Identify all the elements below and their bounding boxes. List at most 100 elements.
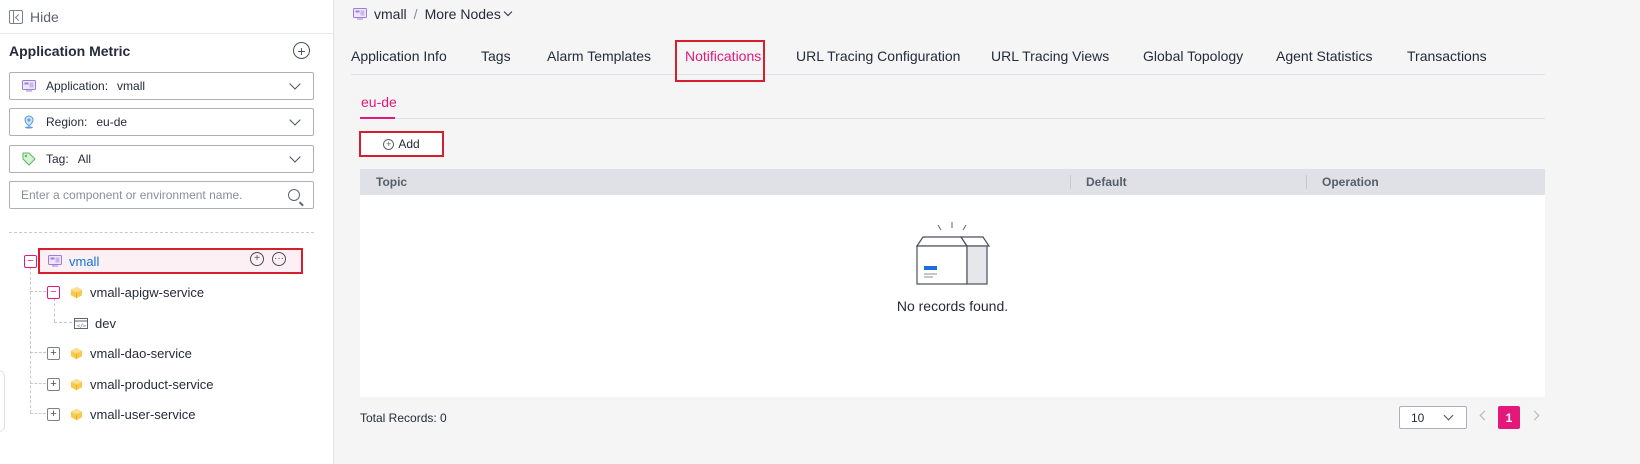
tab-url-tracing-views[interactable]: URL Tracing Views [991, 48, 1109, 64]
column-divider [1070, 175, 1071, 189]
region-select-key: Region: [46, 115, 88, 129]
page-size-value: 10 [1411, 410, 1425, 425]
tree-node-label: vmall-product-service [90, 376, 214, 392]
expand-toggle-icon[interactable]: + [47, 407, 60, 421]
chevron-down-icon [503, 7, 513, 17]
tree-node-service[interactable]: + vmall-product-service [47, 371, 214, 397]
chevron-down-icon [289, 78, 301, 90]
hide-label: Hide [30, 9, 59, 25]
subtab-active-indicator [360, 117, 395, 119]
service-cube-icon [70, 408, 83, 421]
tree-node-label: vmall [69, 253, 100, 269]
table-header: Topic Default Operation [360, 169, 1545, 195]
chevron-down-icon [1443, 410, 1454, 421]
tab-bar: Application Info Tags Alarm Templates No… [351, 38, 1545, 75]
application-icon [353, 8, 367, 20]
tree-node-service[interactable]: − vmall-apigw-service [47, 279, 204, 305]
subtab-region[interactable]: eu-de [361, 94, 397, 110]
total-records: Total Records: 0 [360, 411, 447, 425]
svg-text:</>: </> [77, 324, 86, 330]
tree-node-label: dev [95, 315, 116, 331]
tag-select-value: All [77, 152, 92, 166]
tree-node-root[interactable]: − vmall [24, 248, 99, 274]
more-nodes-dropdown[interactable]: More Nodes [424, 6, 513, 22]
tag-select-key: Tag: [46, 152, 69, 166]
application-select-key: Application: [46, 79, 109, 93]
chevron-down-icon [289, 114, 301, 126]
add-application-button[interactable]: + [293, 42, 310, 59]
collapse-toggle-icon[interactable]: − [47, 285, 60, 299]
tree-connector [30, 291, 46, 292]
collapse-toggle-icon[interactable]: − [24, 254, 37, 268]
tab-tags[interactable]: Tags [481, 48, 511, 64]
tag-select[interactable]: Tag: All [9, 145, 314, 173]
tab-application-info[interactable]: Application Info [351, 48, 447, 64]
subtab-divider [360, 118, 1545, 119]
tree-connector [30, 383, 46, 384]
hide-bar: Hide [0, 0, 334, 34]
tree-node-service[interactable]: + vmall-dao-service [47, 340, 192, 366]
service-cube-icon [70, 347, 83, 360]
breadcrumb-separator: / [413, 6, 418, 22]
page-size-select[interactable]: 10 [1399, 406, 1467, 429]
tree-connector [30, 413, 46, 414]
panel-edge-handle[interactable] [0, 370, 5, 432]
column-header-operation: Operation [1322, 175, 1379, 189]
search-icon[interactable] [288, 189, 300, 201]
component-search-input[interactable] [21, 188, 271, 202]
tab-url-tracing-configuration[interactable]: URL Tracing Configuration [796, 48, 960, 64]
add-node-icon[interactable]: + [250, 252, 264, 266]
tree-connector [54, 322, 72, 323]
add-button-label: Add [398, 137, 420, 151]
tree-node-label: vmall-dao-service [90, 345, 192, 361]
add-button[interactable]: + Add [359, 131, 444, 157]
collapse-panel-icon [9, 10, 23, 24]
hide-sidebar-button[interactable]: Hide [9, 7, 59, 27]
add-circle-icon: + [383, 138, 395, 150]
more-nodes-label: More Nodes [424, 6, 501, 22]
tab-transactions[interactable]: Transactions [1407, 48, 1487, 64]
service-cube-icon [70, 286, 83, 299]
component-search-box [9, 181, 314, 209]
application-icon [21, 78, 37, 94]
tree-node-environment[interactable]: </> dev [74, 310, 116, 336]
active-tab-highlight [675, 40, 765, 82]
tag-icon [21, 151, 37, 167]
more-options-icon[interactable]: ··· [272, 252, 286, 266]
breadcrumb-app[interactable]: vmall [374, 6, 407, 22]
tab-agent-statistics[interactable]: Agent Statistics [1276, 48, 1373, 64]
application-select-value: vmall [117, 79, 146, 93]
main-content: vmall / More Nodes Application Info Tags… [335, 0, 1640, 464]
next-page-icon[interactable] [1529, 410, 1540, 421]
column-divider [1306, 175, 1307, 189]
expand-toggle-icon[interactable]: + [47, 346, 60, 360]
tree-connector [30, 352, 46, 353]
page-number-current[interactable]: 1 [1498, 406, 1520, 429]
location-pin-icon [21, 114, 37, 130]
tree-connector [30, 267, 31, 413]
region-select[interactable]: Region: eu-de [9, 108, 314, 136]
sidebar-title: Application Metric [9, 43, 131, 59]
empty-box-icon [913, 219, 993, 289]
sidebar: Hide Application Metric + Application: v… [0, 0, 334, 464]
empty-state-text: No records found. [896, 298, 1009, 314]
expand-toggle-icon[interactable]: + [47, 377, 60, 391]
environment-icon: </> [74, 317, 88, 329]
tree-node-label: vmall-apigw-service [90, 284, 205, 300]
region-select-value: eu-de [96, 115, 128, 129]
divider [9, 232, 314, 233]
column-header-default: Default [1086, 175, 1127, 189]
chevron-down-icon [289, 151, 301, 163]
service-cube-icon [70, 378, 83, 391]
tab-global-topology[interactable]: Global Topology [1143, 48, 1243, 64]
application-select[interactable]: Application: vmall [9, 72, 314, 100]
notifications-table: Topic Default Operation No records found… [360, 169, 1545, 397]
breadcrumb: vmall / More Nodes [353, 6, 513, 22]
tab-alarm-templates[interactable]: Alarm Templates [547, 48, 651, 64]
prev-page-icon[interactable] [1479, 410, 1490, 421]
tree-node-service[interactable]: + vmall-user-service [47, 401, 195, 427]
column-header-topic: Topic [376, 175, 408, 189]
tree-node-label: vmall-user-service [90, 406, 196, 422]
application-icon [48, 255, 62, 267]
root-node-actions: + ··· [250, 252, 286, 266]
